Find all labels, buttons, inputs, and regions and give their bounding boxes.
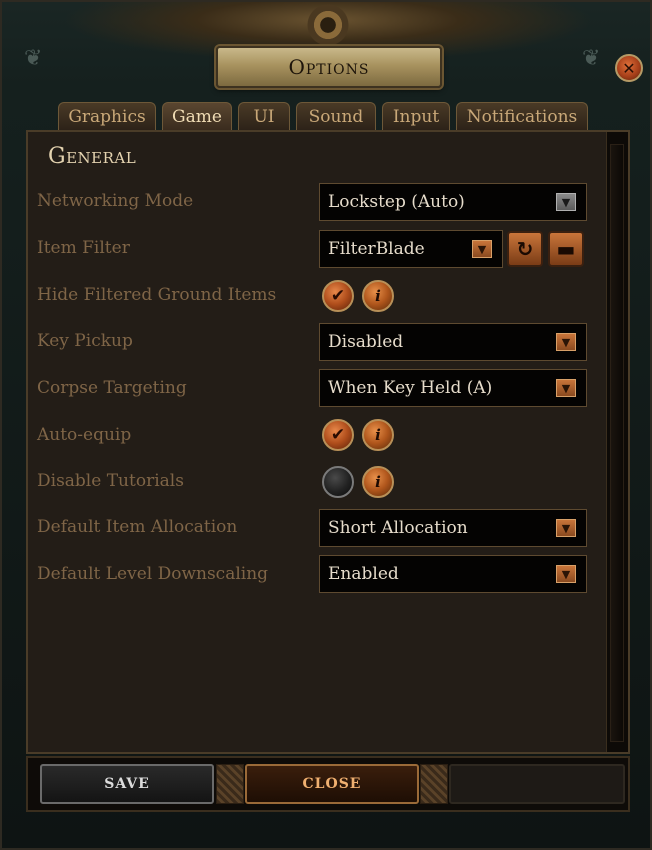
title-plate: Options xyxy=(216,46,442,88)
chevron-down-icon: ▼ xyxy=(556,565,576,583)
close-button[interactable]: CLOSE xyxy=(245,764,419,804)
item-filter-value: FilterBlade xyxy=(328,239,425,259)
info-icon: i xyxy=(375,426,381,444)
corpse-targeting-value: When Key Held (A) xyxy=(328,378,493,398)
key-pickup-value: Disabled xyxy=(328,332,404,352)
networking-mode-label: Networking Mode xyxy=(37,191,194,211)
checkmark-icon: ✔ xyxy=(330,286,346,306)
hide-filtered-ground-items-checkbox[interactable]: ✔ xyxy=(322,280,354,312)
refresh-filter-button[interactable]: ↻ xyxy=(507,231,543,267)
default-level-downscaling-value: Enabled xyxy=(328,564,399,584)
default-level-downscaling-dropdown[interactable]: Enabled ▼ xyxy=(319,555,587,593)
window-title: Options xyxy=(288,55,370,79)
tab-sound[interactable]: Sound xyxy=(296,102,376,130)
section-title: General xyxy=(48,144,137,169)
refresh-icon: ↻ xyxy=(516,237,534,261)
chevron-down-icon: ▼ xyxy=(472,240,492,258)
disable-tutorials-label: Disable Tutorials xyxy=(37,471,184,491)
close-window-button[interactable]: ✕ xyxy=(615,54,643,82)
options-window: ❦ ❦ Options ✕ Graphics Game UI Sound Inp… xyxy=(0,0,652,850)
info-icon: i xyxy=(375,473,381,491)
tab-ui[interactable]: UI xyxy=(238,102,290,130)
tab-bar: Graphics Game UI Sound Input Notificatio… xyxy=(58,102,588,130)
footer-ornament-icon xyxy=(216,764,244,804)
tab-input[interactable]: Input xyxy=(382,102,450,130)
close-icon: ✕ xyxy=(622,58,636,78)
info-icon: i xyxy=(375,287,381,305)
hide-filtered-ground-items-label: Hide Filtered Ground Items xyxy=(37,285,277,305)
disable-tutorials-checkbox[interactable] xyxy=(322,466,354,498)
left-scroll-ornament-icon: ❦ xyxy=(24,46,43,71)
footer-ornament-icon xyxy=(420,764,448,804)
auto-equip-info-button[interactable]: i xyxy=(362,419,394,451)
gear-ornament-icon xyxy=(302,2,354,48)
networking-mode-value: Lockstep (Auto) xyxy=(328,192,465,212)
default-item-allocation-label: Default Item Allocation xyxy=(37,517,238,537)
scrollbar-thumb[interactable] xyxy=(610,144,624,742)
default-level-downscaling-label: Default Level Downscaling xyxy=(37,564,269,584)
chevron-down-icon: ▼ xyxy=(556,333,576,351)
auto-equip-label: Auto-equip xyxy=(37,425,132,445)
checkmark-icon: ✔ xyxy=(330,425,346,445)
tab-game[interactable]: Game xyxy=(162,102,232,130)
corpse-targeting-dropdown[interactable]: When Key Held (A) ▼ xyxy=(319,369,587,407)
disable-tutorials-info-button[interactable]: i xyxy=(362,466,394,498)
tab-graphics[interactable]: Graphics xyxy=(58,102,156,130)
item-filter-label: Item Filter xyxy=(37,238,130,258)
corpse-targeting-label: Corpse Targeting xyxy=(37,378,187,398)
chevron-down-icon: ▼ xyxy=(556,519,576,537)
folder-icon: ▬ xyxy=(556,237,576,261)
hide-filtered-ground-items-info-button[interactable]: i xyxy=(362,280,394,312)
chevron-down-icon: ▼ xyxy=(556,193,576,211)
key-pickup-label: Key Pickup xyxy=(37,331,133,351)
empty-button-slot xyxy=(449,764,625,804)
key-pickup-dropdown[interactable]: Disabled ▼ xyxy=(319,323,587,361)
auto-equip-checkbox[interactable]: ✔ xyxy=(322,419,354,451)
default-item-allocation-dropdown[interactable]: Short Allocation ▼ xyxy=(319,509,587,547)
networking-mode-dropdown[interactable]: Lockstep (Auto) ▼ xyxy=(319,183,587,221)
default-item-allocation-value: Short Allocation xyxy=(328,518,468,538)
chevron-down-icon: ▼ xyxy=(556,379,576,397)
item-filter-dropdown[interactable]: FilterBlade ▼ xyxy=(319,230,503,268)
save-button[interactable]: SAVE xyxy=(40,764,214,804)
open-filter-folder-button[interactable]: ▬ xyxy=(548,231,584,267)
tab-notifications[interactable]: Notifications xyxy=(456,102,588,130)
